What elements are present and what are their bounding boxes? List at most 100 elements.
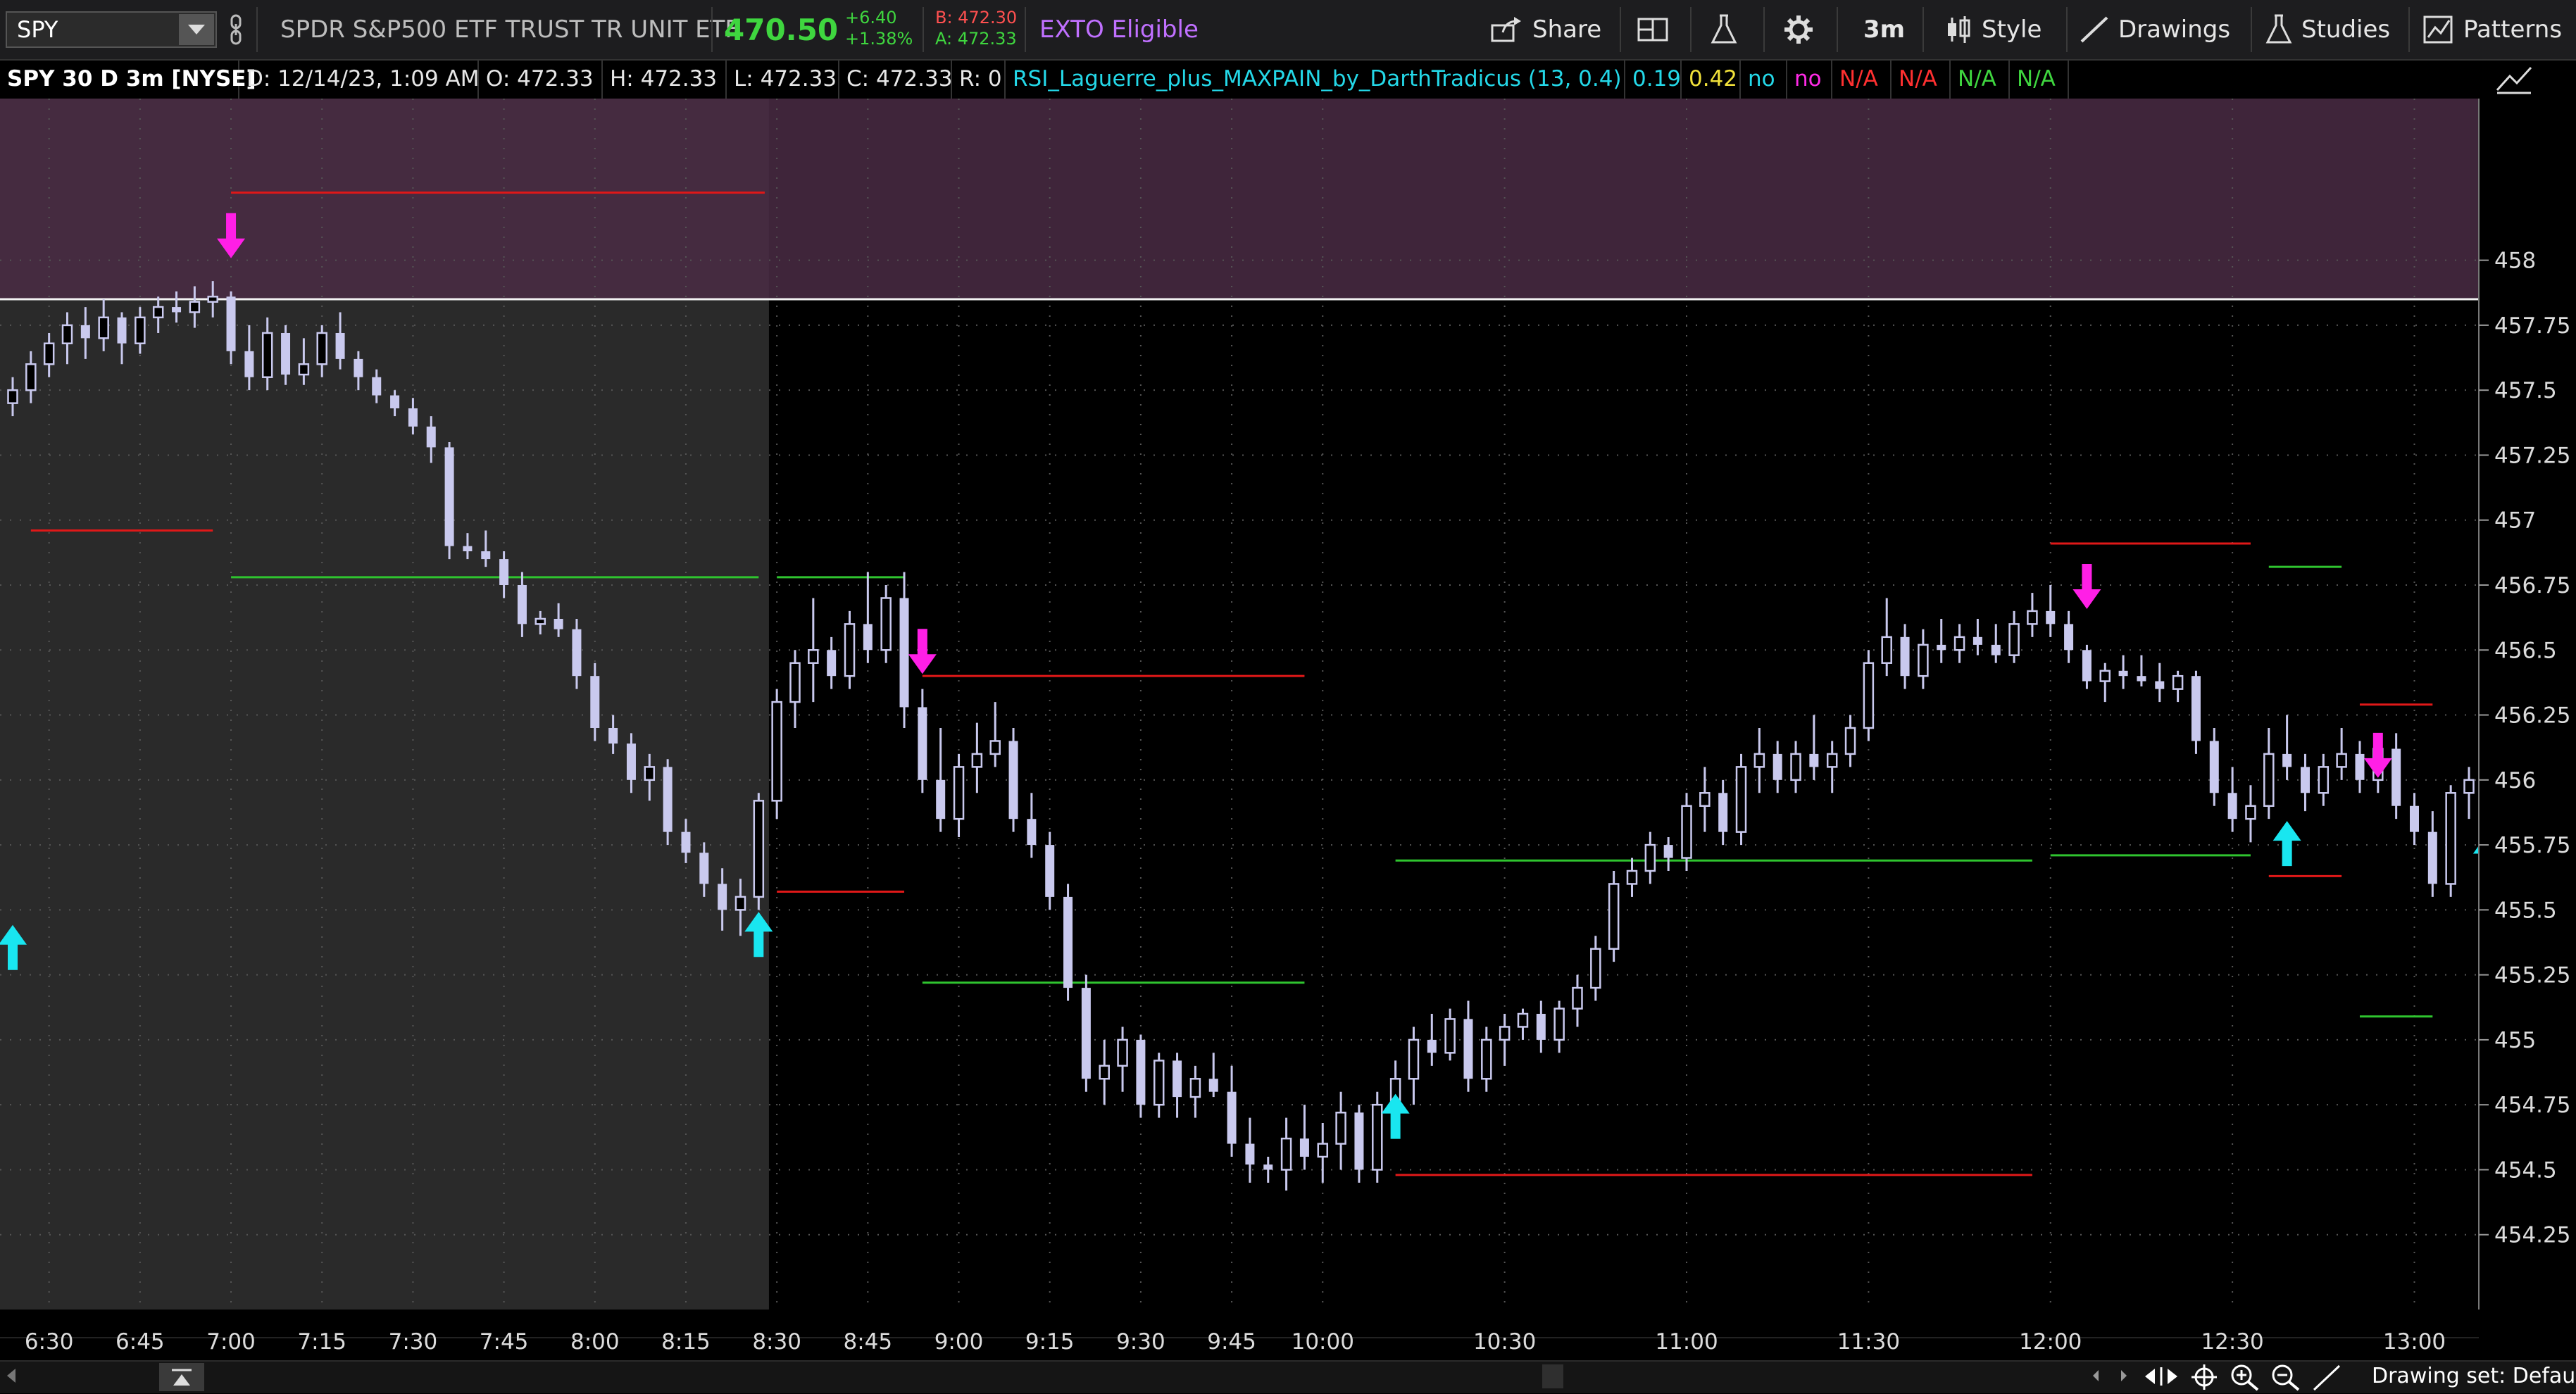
price-axis-label: 455.75 — [2494, 833, 2570, 858]
candle-body-down — [1900, 636, 1910, 677]
candle-body-down — [2155, 681, 2165, 689]
candle-body-down — [517, 585, 527, 624]
grid-layout-icon — [1637, 18, 1668, 42]
candle-body-up — [971, 753, 983, 768]
candle-body-up — [844, 623, 856, 677]
candle-body-up — [1499, 1026, 1511, 1041]
chart-title: SPY 30 D 3m [NYSE] — [0, 59, 256, 99]
candle-body-up — [1372, 1103, 1383, 1171]
draw-line-icon[interactable] — [2311, 1363, 2342, 1394]
bar-close: C: 472.33 — [839, 59, 952, 99]
candle-body-down — [1227, 1091, 1237, 1144]
price-axis-label: 457.75 — [2494, 313, 2570, 339]
candle-body-up — [1681, 805, 1692, 859]
candle-body-down — [681, 831, 691, 853]
candle-body-up — [189, 301, 201, 313]
collapse-icon — [172, 1369, 192, 1386]
candle-body-up — [1153, 1060, 1165, 1106]
scroll-left-icon[interactable] — [4, 1367, 18, 1387]
time-axis-label: 13:00 — [2383, 1329, 2446, 1355]
zoom-in-icon[interactable] — [2230, 1363, 2261, 1394]
candle — [444, 442, 454, 560]
expand-chart-button[interactable] — [2493, 62, 2535, 99]
candle-body-up — [98, 316, 109, 339]
candle-body-up — [953, 766, 965, 820]
net-change: +6.40 +1.38% — [845, 7, 913, 49]
candle-body-up — [1481, 1038, 1492, 1080]
scroll-right-small-icon[interactable] — [2117, 1367, 2131, 1387]
symbol-dropdown-button[interactable] — [179, 14, 214, 45]
time-axis-label: 6:30 — [25, 1329, 74, 1355]
candle-body-up — [1918, 643, 1929, 677]
candle-body-down — [1718, 793, 1728, 832]
price-band — [0, 99, 2479, 299]
candle-body-down — [699, 853, 709, 884]
time-axis-label: 9:45 — [1207, 1329, 1256, 1355]
time-axis-label: 11:00 — [1655, 1329, 1718, 1355]
price-axis-label: 457.25 — [2494, 443, 2570, 468]
candle-body-up — [808, 649, 819, 664]
main-toolbar: SPY SPDR S&P500 ETF TRUST TR UNIT ETF 47… — [0, 0, 2576, 61]
candle-body-down — [827, 650, 837, 677]
studies-button[interactable]: Studies — [2265, 0, 2390, 59]
candle-body-down — [1972, 636, 1982, 645]
time-axis-label: 12:00 — [2019, 1329, 2082, 1355]
candle-body-down — [172, 307, 182, 313]
candle-body-down — [335, 332, 345, 359]
candle-body-down — [2409, 805, 2419, 832]
price-axis-label: 455.25 — [2494, 963, 2570, 988]
time-axis-label: 6:45 — [115, 1329, 165, 1355]
candle-body-up — [1117, 1038, 1128, 1067]
patterns-button[interactable]: Patterns — [2422, 0, 2562, 59]
style-button[interactable]: Style — [1945, 0, 2042, 59]
candle-body-up — [152, 306, 164, 319]
link-icon[interactable] — [227, 0, 245, 59]
flexible-grid-button[interactable] — [1637, 0, 1670, 59]
candle-body-down — [2046, 610, 2056, 624]
candle-body-down — [1063, 896, 1073, 988]
candle-body-down — [1772, 753, 1782, 780]
candle-body-up — [1863, 662, 1875, 729]
candle-body-down — [2355, 753, 2365, 780]
scroll-left-small-icon[interactable] — [2089, 1367, 2103, 1387]
candle-body-down — [2209, 741, 2219, 793]
time-axis-label: 8:45 — [844, 1329, 893, 1355]
candle-body-down — [1663, 845, 1673, 858]
lab-button[interactable] — [1710, 0, 1738, 59]
candle-body-up — [61, 324, 73, 344]
candle-body-down — [354, 358, 363, 377]
candle-body-down — [2391, 748, 2401, 806]
expand-horizontal-icon[interactable] — [2144, 1364, 2179, 1391]
symbol-input[interactable]: SPY — [17, 16, 58, 43]
candle-body-up — [25, 363, 37, 391]
candle-body-up — [753, 800, 765, 898]
price-axis-label: 457.5 — [2494, 378, 2557, 403]
horizontal-scrollbar-thumb[interactable] — [1542, 1364, 1563, 1388]
settings-button[interactable] — [1783, 0, 1814, 59]
candle-body-up — [771, 701, 782, 802]
drawing-set-label[interactable]: Drawing set: Defau — [2372, 1360, 2575, 1392]
bid-price: B: 472.30 — [935, 8, 1018, 27]
candle-body-up — [1626, 869, 1638, 885]
candle-body-up — [1335, 1112, 1346, 1145]
timeframe-button[interactable]: 3m — [1863, 0, 1905, 59]
candle-body-down — [372, 377, 382, 396]
price-chart[interactable]: 458 457.75 457.5 457.25 457 456.75 456.5 456.25… — [0, 99, 2576, 1360]
price-axis-label: 456.75 — [2494, 573, 2570, 598]
study-value-7: N/A — [1951, 59, 2010, 99]
price-axis-label: 456.25 — [2494, 703, 2570, 729]
candle-body-down — [899, 598, 909, 708]
time-axis-label: 7:00 — [206, 1329, 256, 1355]
exto-eligible-badge: EXTO Eligible — [1039, 15, 1199, 44]
share-button[interactable]: Share — [1490, 0, 1601, 59]
zoom-out-icon[interactable] — [2270, 1363, 2301, 1394]
candle-body-down — [2227, 793, 2237, 820]
collapse-button[interactable] — [159, 1363, 204, 1391]
price-axis-label: 457 — [2494, 508, 2536, 534]
drawings-button[interactable]: Drawings — [2079, 0, 2230, 59]
candle-body-up — [1189, 1078, 1201, 1098]
crosshair-icon[interactable] — [2190, 1363, 2218, 1394]
time-axis-label: 10:30 — [1473, 1329, 1536, 1355]
study-label[interactable]: RSI_Laguerre_plus_MAXPAIN_by_DarthTradic… — [1006, 59, 1625, 99]
candle-body-down — [1463, 1019, 1473, 1079]
